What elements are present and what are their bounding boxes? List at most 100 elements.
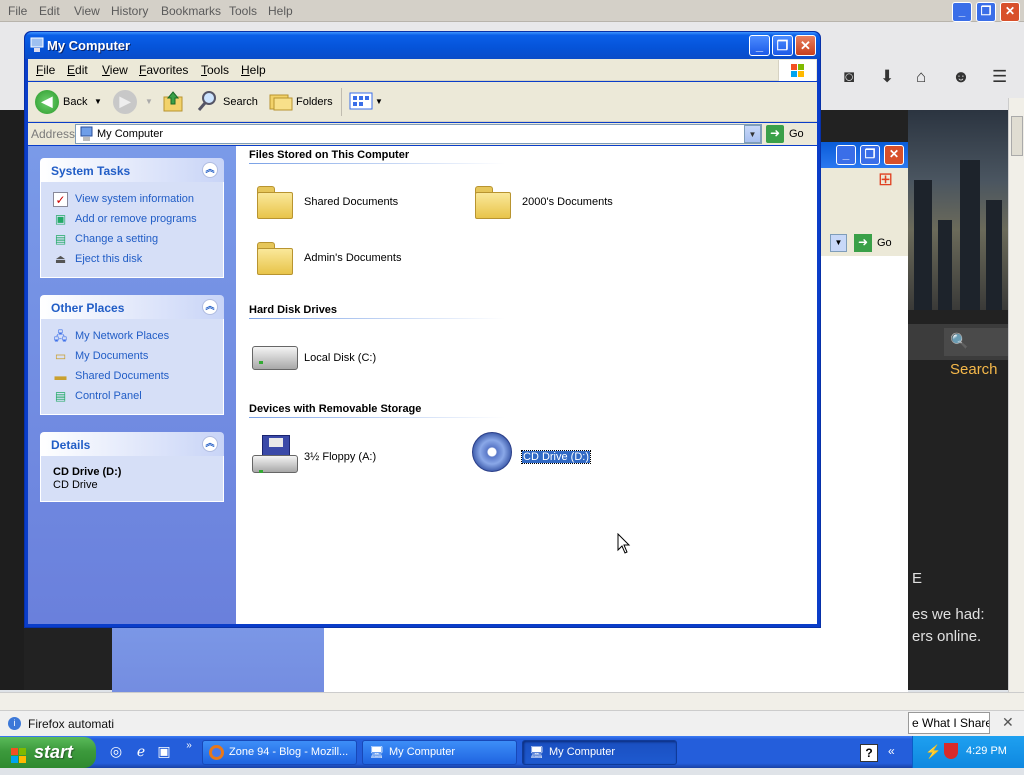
- drive-label: 3½ Floppy (A:): [304, 451, 377, 463]
- toolbar-divider: [341, 88, 342, 116]
- window-titlebar[interactable]: [25, 32, 820, 59]
- menu-favorites[interactable]: Favorites: [139, 63, 188, 77]
- background-minimize-button[interactable]: _: [836, 145, 856, 165]
- other-places-header[interactable]: Other Places ︽: [40, 295, 224, 319]
- drive-item-d[interactable]: CD Drive (D:): [470, 432, 630, 476]
- windows-flag-icon: [10, 744, 28, 763]
- address-input[interactable]: [75, 124, 762, 144]
- firefox-minimize-button[interactable]: _: [952, 2, 972, 22]
- firefox-menu-help[interactable]: Help: [268, 4, 293, 18]
- drive-item-a[interactable]: 3½ Floppy (A:): [252, 435, 412, 479]
- folder-label: 2000's Documents: [522, 196, 613, 208]
- minimize-button[interactable]: _: [749, 35, 770, 56]
- menu-view[interactable]: View: [102, 63, 128, 77]
- search-icon[interactable]: [197, 89, 219, 113]
- firefox-menu-view[interactable]: View: [74, 4, 100, 18]
- collapse-chevron-icon[interactable]: ︽: [202, 436, 218, 452]
- menu-tools[interactable]: Tools: [201, 63, 229, 77]
- background-address-dropdown[interactable]: ▼: [830, 234, 847, 252]
- page-search-button[interactable]: 🔍Search: [944, 328, 1010, 378]
- up-folder-icon[interactable]: [162, 89, 184, 113]
- background-maximize-button[interactable]: ❐: [860, 145, 880, 165]
- tray-expand-icon[interactable]: «: [888, 744, 895, 758]
- firefox-window-controls: _ ❐ ✕: [952, 2, 1024, 22]
- computer-icon: 🖥: [369, 745, 385, 759]
- place-label: My Network Places: [75, 330, 170, 342]
- system-tasks-panel: ✓ View system information ▣ Add or remove …: [40, 182, 224, 278]
- back-arrow-icon[interactable]: ◀: [35, 90, 59, 114]
- place-label: Shared Documents: [75, 370, 170, 382]
- share-button[interactable]: e What I Share: [908, 712, 990, 734]
- task-label: View system information: [75, 193, 195, 205]
- firefox-menu-bookmarks[interactable]: Bookmarks: [161, 4, 221, 18]
- section-divider: [249, 163, 505, 164]
- maximize-button[interactable]: ❐: [772, 35, 793, 56]
- taskbar-my-computer-2[interactable]: 🖥 My Computer: [522, 740, 677, 765]
- help-icon[interactable]: ?: [860, 744, 878, 762]
- add-remove-programs-icon: ▣: [54, 212, 67, 226]
- search-button-label[interactable]: Search: [223, 96, 258, 108]
- collapse-chevron-icon[interactable]: ︽: [202, 299, 218, 315]
- place-label: Control Panel: [75, 390, 142, 402]
- media-player-icon[interactable]: ▣: [155, 743, 173, 761]
- firefox-close-button[interactable]: ✕: [1000, 2, 1020, 22]
- window-title: My Computer: [47, 38, 131, 53]
- background-go-label[interactable]: Go: [877, 237, 892, 249]
- back-dropdown-icon[interactable]: ▼: [94, 97, 102, 106]
- menu-help[interactable]: Help: [241, 63, 266, 77]
- background-go-arrow-icon[interactable]: ➜: [854, 234, 872, 252]
- firefox-menubar: File Edit View History Bookmarks Tools H…: [0, 0, 1024, 22]
- firefox-menu-file[interactable]: File: [8, 4, 27, 18]
- background-close-button[interactable]: ✕: [884, 145, 904, 165]
- taskbar-my-computer-1[interactable]: 🖥 My Computer: [362, 740, 517, 765]
- start-button[interactable]: start: [0, 737, 96, 768]
- details-header[interactable]: Details ︽: [40, 432, 224, 456]
- close-button[interactable]: ✕: [795, 35, 816, 56]
- forward-dropdown-icon[interactable]: ▼: [145, 97, 153, 106]
- security-shield-icon[interactable]: [944, 743, 958, 759]
- firefox-menu-tools[interactable]: Tools: [229, 4, 257, 18]
- internet-explorer-icon[interactable]: ℯ: [132, 743, 150, 761]
- firefox-menu-edit[interactable]: Edit: [39, 4, 60, 18]
- notification-text: Firefox automati: [28, 717, 115, 731]
- collapse-chevron-icon[interactable]: ︽: [202, 162, 218, 178]
- go-button[interactable]: ➜ Go: [766, 124, 806, 144]
- network-places-icon: 🖧: [53, 329, 68, 343]
- home-icon[interactable]: ⌂: [916, 67, 926, 87]
- computer-icon: 🖥: [529, 745, 545, 759]
- scroll-thumb[interactable]: [1011, 116, 1023, 156]
- firefox-horizontal-scrollbar[interactable]: [0, 692, 1024, 710]
- pocket-icon[interactable]: ◙: [844, 67, 854, 87]
- quicklaunch-more-icon[interactable]: »: [180, 740, 198, 758]
- folders-button-label[interactable]: Folders: [296, 96, 333, 108]
- forward-arrow-icon[interactable]: ▶: [113, 90, 137, 114]
- clock[interactable]: 4:29 PM: [966, 745, 1007, 757]
- menu-edit[interactable]: Edit: [67, 63, 88, 77]
- system-tasks-header[interactable]: System Tasks ︽: [40, 158, 224, 182]
- firefox-vertical-scrollbar[interactable]: [1008, 98, 1024, 692]
- drive-label-selected: CD Drive (D:): [521, 450, 591, 464]
- folder-item[interactable]: Admin's Documents: [255, 238, 415, 282]
- network-icon[interactable]: ⚡: [925, 744, 941, 760]
- folder-item[interactable]: Shared Documents: [255, 182, 415, 226]
- folder-item[interactable]: 2000's Documents: [473, 182, 633, 226]
- my-documents-icon: ▭: [54, 349, 67, 363]
- views-dropdown-icon[interactable]: ▼: [375, 97, 383, 106]
- show-desktop-icon[interactable]: ◎: [107, 743, 125, 761]
- taskbar-my-computer-label: My Computer: [549, 746, 616, 758]
- address-value: My Computer: [97, 128, 164, 140]
- back-button-label[interactable]: Back: [63, 96, 87, 108]
- menu-file[interactable]: File: [36, 63, 55, 77]
- hamburger-menu-icon[interactable]: ☰: [992, 67, 1007, 87]
- folders-icon[interactable]: [269, 91, 293, 111]
- taskbar-firefox[interactable]: Zone 94 - Blog - Mozill...: [202, 740, 357, 765]
- views-icon[interactable]: [349, 91, 375, 111]
- close-notification-icon[interactable]: ✕: [1002, 714, 1014, 731]
- address-dropdown-icon[interactable]: ▼: [744, 125, 761, 143]
- taskbar-my-computer-label: My Computer: [389, 746, 456, 758]
- chat-icon[interactable]: ☻: [952, 67, 970, 87]
- firefox-menu-history[interactable]: History: [111, 4, 148, 18]
- firefox-maximize-button[interactable]: ❐: [976, 2, 996, 22]
- download-icon[interactable]: ⬇: [880, 67, 894, 87]
- drive-item-c[interactable]: Local Disk (C:): [252, 340, 412, 384]
